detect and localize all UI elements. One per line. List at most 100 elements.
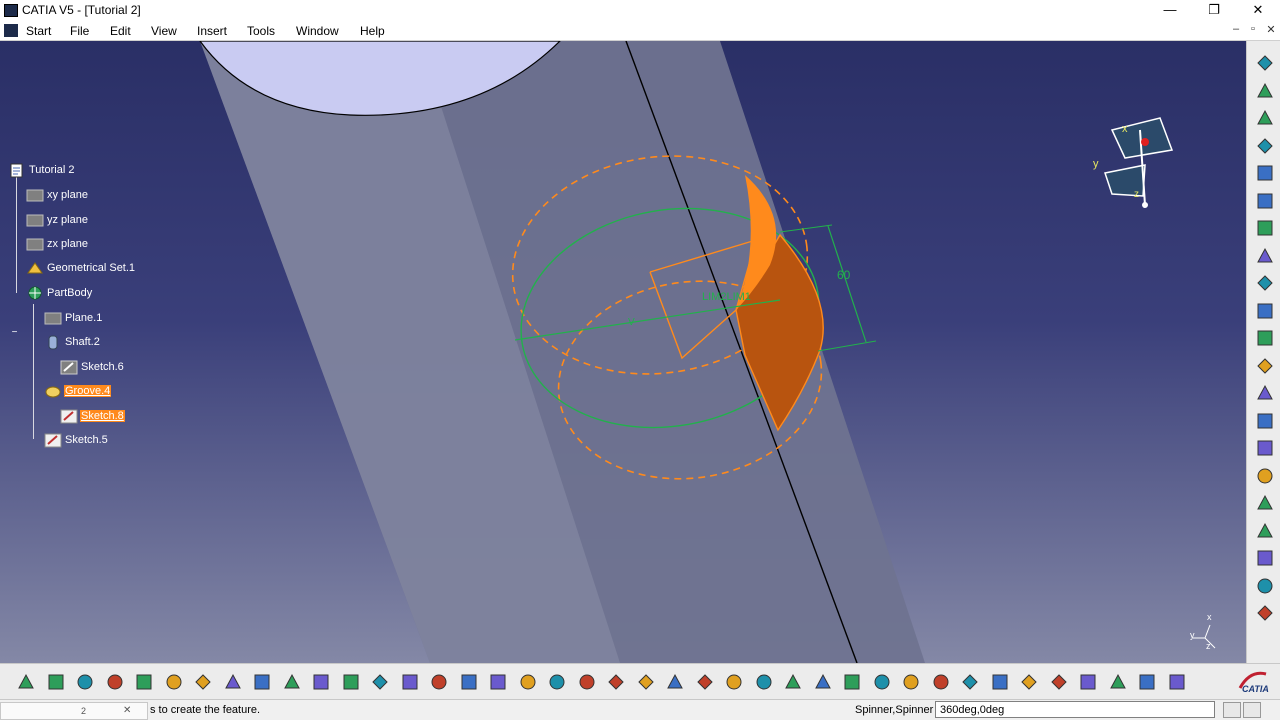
compass-x-label: x [1122, 123, 1128, 135]
menu-file[interactable]: File [70, 24, 89, 38]
knowledge-icon[interactable] [341, 672, 361, 692]
zoom-in-icon[interactable] [636, 672, 656, 692]
tree-label-plane-1: Plane.1 [65, 312, 103, 324]
multi-section-solid-icon[interactable] [1255, 356, 1275, 376]
reorder-icon[interactable] [1049, 672, 1069, 692]
sketch-icon [60, 359, 78, 376]
multi-view-icon[interactable] [724, 672, 744, 692]
edge-fillet-icon[interactable] [1255, 411, 1275, 431]
menu-start[interactable]: Start [26, 24, 51, 38]
tree-label-shaft-2: Shaft.2 [65, 336, 100, 348]
removed-multi-section-icon[interactable] [1255, 383, 1275, 403]
measure-icon[interactable] [459, 672, 479, 692]
menu-view[interactable]: View [151, 24, 177, 38]
tree-label-root: Tutorial 2 [29, 164, 75, 176]
dimension-icon[interactable] [1137, 672, 1157, 692]
groove-icon[interactable] [1255, 218, 1275, 238]
constraint-icon[interactable] [901, 672, 921, 692]
shading-icon[interactable] [1167, 672, 1187, 692]
limit-labels: LIM2LIM1 [702, 291, 751, 303]
hide-show-icon[interactable] [783, 672, 803, 692]
pocket-icon[interactable] [1255, 163, 1275, 183]
minimize-button[interactable]: — [1148, 0, 1192, 21]
chamfer-icon[interactable] [1255, 438, 1275, 458]
anchor-icon[interactable] [931, 672, 951, 692]
manipulator-icon[interactable] [1078, 672, 1098, 692]
doc-restore-button[interactable]: ▫ [1245, 23, 1261, 35]
gear-icon[interactable] [1255, 53, 1275, 73]
pad-icon[interactable] [1255, 136, 1275, 156]
stiffener-icon[interactable] [1255, 328, 1275, 348]
render-style-icon[interactable] [842, 672, 862, 692]
apply-material-icon[interactable] [488, 672, 508, 692]
axis-v-label: V [628, 317, 635, 328]
body-icon [26, 285, 44, 302]
select-arrow-icon[interactable] [1255, 81, 1275, 101]
menu-help[interactable]: Help [360, 24, 385, 38]
3d-viewport[interactable]: 60 LIM2LIM1 V x y z x y z Tutorial 2 xy … [0, 41, 1246, 663]
fly-mode-icon[interactable] [518, 672, 538, 692]
point-icon[interactable] [1108, 672, 1128, 692]
doc-minimize-button[interactable]: – [1228, 23, 1244, 35]
update-icon[interactable] [872, 672, 892, 692]
swap-space-icon[interactable] [813, 672, 833, 692]
open-icon[interactable] [46, 672, 66, 692]
rotate-icon[interactable] [606, 672, 626, 692]
close-button[interactable]: ✕ [1236, 0, 1280, 21]
lock-icon[interactable] [960, 672, 980, 692]
doc-close-button[interactable]: ✕ [1263, 23, 1279, 36]
pan-icon[interactable] [577, 672, 597, 692]
catia-logo: CATIA [1236, 668, 1272, 696]
undo-icon[interactable] [223, 672, 243, 692]
axis-system-icon[interactable] [1019, 672, 1039, 692]
menu-insert[interactable]: Insert [197, 24, 227, 38]
tree-connector [16, 173, 17, 293]
draft-icon[interactable] [1255, 466, 1275, 486]
compass-y-label: y [1093, 158, 1099, 170]
mini-panel[interactable]: 2 ✕ [0, 702, 148, 720]
paste-icon[interactable] [193, 672, 213, 692]
redo-icon[interactable] [252, 672, 272, 692]
title-bar: CATIA V5 - [Tutorial 2] — ❐ ✕ [0, 0, 1280, 21]
catalog-icon[interactable] [429, 672, 449, 692]
slot-icon[interactable] [1255, 301, 1275, 321]
capture-icon[interactable] [990, 672, 1010, 692]
thickness-icon[interactable] [1255, 521, 1275, 541]
shell-icon[interactable] [1255, 493, 1275, 513]
bottom-toolbar: CATIA [0, 663, 1280, 699]
tree-label-groove-4: Groove.4 [64, 385, 112, 397]
menu-window[interactable]: Window [296, 24, 339, 38]
normal-view-icon[interactable] [695, 672, 715, 692]
table-icon[interactable] [400, 672, 420, 692]
plane-icon [26, 236, 44, 253]
shaft-icon[interactable] [1255, 191, 1275, 211]
save-icon[interactable] [75, 672, 95, 692]
mini-panel-close-icon[interactable]: ✕ [123, 705, 131, 716]
thread-icon[interactable] [1255, 548, 1275, 568]
mirror-icon[interactable] [1255, 603, 1275, 623]
new-icon[interactable] [16, 672, 36, 692]
cut-icon[interactable] [134, 672, 154, 692]
translation-icon[interactable] [1255, 576, 1275, 596]
sketch-icon[interactable] [1255, 108, 1275, 128]
copy-icon[interactable] [164, 672, 184, 692]
restore-button[interactable]: ❐ [1192, 0, 1236, 21]
fit-all-icon[interactable] [547, 672, 567, 692]
collapse-toggle[interactable]: − [10, 328, 19, 338]
whats-this-icon[interactable] [282, 672, 302, 692]
rib-icon[interactable] [1255, 273, 1275, 293]
axis-triad [1193, 624, 1216, 649]
compass-z-label: z [1134, 189, 1139, 200]
dimension-value[interactable]: 60 [837, 268, 850, 282]
status-option-button[interactable] [1243, 702, 1261, 718]
status-option-button[interactable] [1223, 702, 1241, 718]
iso-view-icon[interactable] [754, 672, 774, 692]
spec-icon[interactable] [370, 672, 390, 692]
command-input[interactable] [935, 701, 1215, 718]
print-icon[interactable] [105, 672, 125, 692]
hole-icon[interactable] [1255, 246, 1275, 266]
zoom-out-icon[interactable] [665, 672, 685, 692]
menu-edit[interactable]: Edit [110, 24, 131, 38]
formula-icon[interactable] [311, 672, 331, 692]
menu-tools[interactable]: Tools [247, 24, 275, 38]
